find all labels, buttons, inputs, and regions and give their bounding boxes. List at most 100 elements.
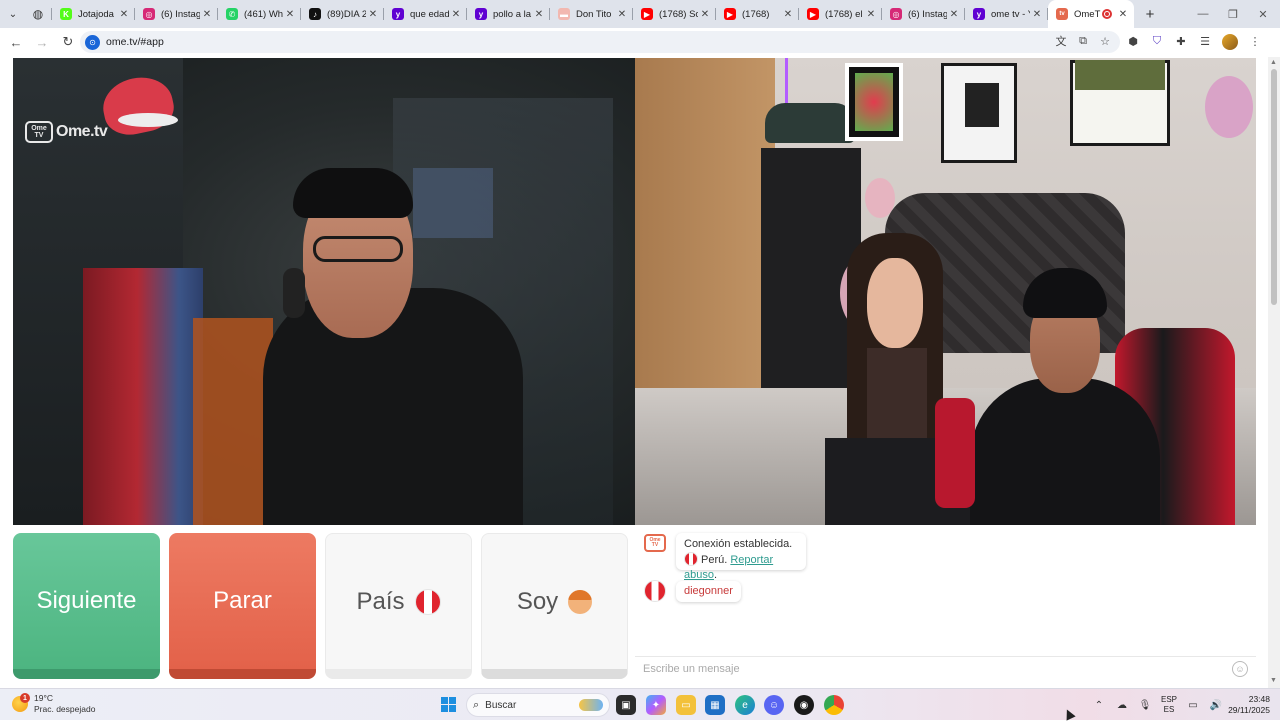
tab-search-chevron-icon[interactable]: ⌄ xyxy=(0,0,26,28)
country-filter-button[interactable]: País xyxy=(325,533,472,679)
close-tab-icon[interactable]: ✕ xyxy=(449,9,463,20)
logo-text: Ome.tv xyxy=(56,123,108,140)
browser-tab[interactable]: y que edad ✕ xyxy=(384,0,467,28)
peer-country-text: Perú. xyxy=(701,554,728,566)
microsoft-store-icon[interactable]: ▦ xyxy=(705,695,725,715)
weather-condition-text: Prac. despejado xyxy=(34,704,96,714)
ometv-favicon-icon: tv xyxy=(1056,8,1068,20)
taskbar-search[interactable]: ⌕ xyxy=(466,693,610,717)
close-tab-icon[interactable]: ✕ xyxy=(532,9,546,20)
browser-tab[interactable]: ✆ (461) Wha✕ xyxy=(218,0,301,28)
tab-title: Don Tito xyxy=(576,8,612,20)
close-tab-icon[interactable]: ✕ xyxy=(698,9,712,20)
obs-studio-icon[interactable]: ◉ xyxy=(794,695,814,715)
tab-title: (89)DIA 2 xyxy=(327,8,366,20)
translate-icon[interactable]: 文 xyxy=(1054,34,1068,48)
browser-tab[interactable]: ◎ (6) Instag ✕ xyxy=(135,0,218,28)
back-arrow-icon[interactable]: ← xyxy=(4,30,28,54)
weather-widget[interactable]: 1 19°C Prac. despejado xyxy=(12,693,95,715)
scroll-down-icon[interactable]: ▼ xyxy=(1270,677,1277,684)
scrollbar-thumb[interactable] xyxy=(1271,69,1277,305)
network-icon[interactable]: ▭ xyxy=(1186,698,1200,712)
file-explorer-icon[interactable]: ▭ xyxy=(676,695,696,715)
close-tab-icon[interactable]: ✕ xyxy=(283,9,297,20)
reload-icon[interactable]: ↻ xyxy=(56,30,80,54)
microphone-icon[interactable]: 🎙 xyxy=(1138,698,1152,712)
windows-taskbar: 1 19°C Prac. despejado ⌕ ▣ ✦ ▭ ▦ e ☺ ◉ ⌃… xyxy=(0,688,1280,720)
tab-title: pollo a la xyxy=(493,8,532,20)
close-tab-icon[interactable]: ✕ xyxy=(864,9,878,20)
browser-tab-new-tab-shortcut[interactable]: ◍ xyxy=(26,0,52,28)
reading-list-icon[interactable]: ☰ xyxy=(1198,34,1212,48)
close-tab-icon[interactable]: ✕ xyxy=(947,9,961,20)
youtube-icon: ▶ xyxy=(724,8,736,20)
peru-flag-icon xyxy=(684,552,698,566)
browser-tab-active[interactable]: tv OmeT ✕ xyxy=(1048,0,1134,28)
restore-window-icon[interactable]: ❐ xyxy=(1218,0,1248,28)
system-message: Conexión establecida. Perú. Reportar abu… xyxy=(676,533,806,581)
close-tab-icon[interactable]: ✕ xyxy=(1030,9,1044,20)
taskbar-search-input[interactable] xyxy=(485,699,576,711)
chat-input-row: ☺ xyxy=(635,656,1256,680)
close-tab-icon[interactable]: ✕ xyxy=(366,9,380,20)
chat-message-input[interactable] xyxy=(643,661,1203,677)
forward-arrow-icon[interactable]: → xyxy=(30,30,54,54)
boy-face-icon xyxy=(568,589,593,614)
browser-tab[interactable]: ♪ (89)DIA 2 ✕ xyxy=(301,0,384,28)
language-code: ESP xyxy=(1161,695,1178,704)
stop-button[interactable]: Parar xyxy=(169,533,316,679)
next-button[interactable]: Siguiente xyxy=(13,533,160,679)
yahoo-icon: y xyxy=(392,8,404,20)
shield-extension-icon[interactable]: ⛉ xyxy=(1150,34,1164,48)
extension-badge-icon[interactable]: ⬢ xyxy=(1126,34,1140,48)
browser-tab[interactable]: ◎ (6) Instag ✕ xyxy=(882,0,965,28)
browser-tab[interactable]: ▶ (1768) ✕ xyxy=(716,0,799,28)
chrome-icon[interactable] xyxy=(824,695,844,715)
show-hidden-icons-chevron-icon[interactable]: ⌃ xyxy=(1092,698,1106,712)
close-tab-icon[interactable]: ✕ xyxy=(615,9,629,20)
address-bar[interactable]: ⊙ ome.tv/#app 文 ⧉ ☆ xyxy=(80,31,1120,53)
extensions-puzzle-icon[interactable]: ✚ xyxy=(1174,34,1188,48)
profile-avatar[interactable] xyxy=(1222,34,1238,50)
browser-menu-icon[interactable]: ⋮ xyxy=(1248,34,1262,48)
tab-title: (6) Instag xyxy=(908,8,947,20)
browser-tab[interactable]: ▬ Don Tito ✕ xyxy=(550,0,633,28)
install-app-icon[interactable]: ⧉ xyxy=(1076,34,1090,48)
close-tab-icon[interactable]: ✕ xyxy=(781,9,795,20)
site-info-icon[interactable]: ⊙ xyxy=(85,34,100,50)
edge-browser-icon[interactable]: e xyxy=(735,695,755,715)
yahoo-icon: y xyxy=(973,8,985,20)
task-view-icon[interactable]: ▣ xyxy=(616,695,636,715)
minimize-window-icon[interactable]: — xyxy=(1188,0,1218,28)
close-window-icon[interactable]: ✕ xyxy=(1248,0,1278,28)
close-tab-icon[interactable]: ✕ xyxy=(117,9,131,20)
recording-icon xyxy=(1102,9,1112,19)
bookmark-star-icon[interactable]: ☆ xyxy=(1098,34,1112,48)
onedrive-cloud-icon[interactable]: ☁ xyxy=(1115,698,1129,712)
browser-tab[interactable]: ▶ (1768) el e✕ xyxy=(799,0,882,28)
page-scrollbar[interactable]: ▲ ▼ xyxy=(1268,57,1280,688)
browser-tab[interactable]: y ome tv - Y ✕ xyxy=(965,0,1048,28)
browser-toolbar: ← → ↻ ⊙ ome.tv/#app 文 ⧉ ☆ ⬢ ⛉ ✚ ☰ ⋮ xyxy=(0,28,1280,56)
scroll-up-icon[interactable]: ▲ xyxy=(1270,59,1277,66)
clock-time: 23:48 xyxy=(1248,694,1270,704)
tab-title: (1768) Sc xyxy=(659,8,698,20)
yahoo-icon: y xyxy=(475,8,487,20)
new-tab-button[interactable]: + xyxy=(1138,6,1162,23)
taskbar-clock[interactable]: 23:48 29/11/2025 xyxy=(1226,694,1270,716)
gender-filter-button[interactable]: Soy xyxy=(481,533,628,679)
discord-icon[interactable]: ☺ xyxy=(764,695,784,715)
close-tab-icon[interactable]: ✕ xyxy=(1116,9,1130,20)
close-tab-icon[interactable]: ✕ xyxy=(200,9,214,20)
browser-tab[interactable]: y pollo a la ✕ xyxy=(467,0,550,28)
country-button-label: País xyxy=(356,587,405,615)
windows-start-icon[interactable] xyxy=(441,697,456,712)
volume-icon[interactable]: 🔊 xyxy=(1209,698,1223,712)
system-tray: ⌃ ☁ 🎙 ESP ES ▭ 🔊 xyxy=(1092,695,1223,715)
copilot-icon[interactable]: ✦ xyxy=(646,695,666,715)
emoji-icon[interactable]: ☺ xyxy=(1232,661,1248,677)
browser-tab[interactable]: K Jotajoda ✕ xyxy=(52,0,135,28)
ometv-logo: Ome TV Ome.tv xyxy=(25,121,108,143)
browser-tab[interactable]: ▶ (1768) Sc ✕ xyxy=(633,0,716,28)
input-language-indicator[interactable]: ESP ES xyxy=(1161,695,1177,715)
